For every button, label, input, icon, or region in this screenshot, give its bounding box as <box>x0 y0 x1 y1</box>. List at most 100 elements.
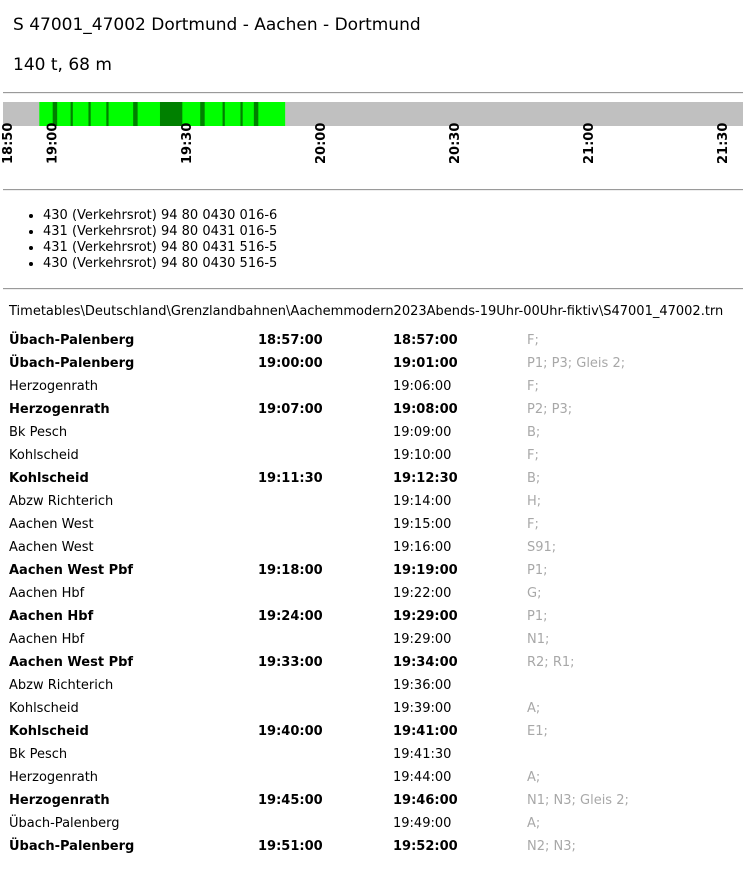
timeline-stop-mark <box>159 102 183 126</box>
arrival-time: 19:11:30 <box>258 471 323 486</box>
timeline-stop-mark <box>240 102 243 126</box>
departure-time: 19:12:30 <box>393 471 458 486</box>
departure-time: 19:29:00 <box>393 632 452 647</box>
timeline-tick-label: 21:30 <box>716 123 731 164</box>
stop-row: Herzogenrath 19:44:00 A; <box>0 768 743 791</box>
stop-info: B; <box>527 471 541 486</box>
train-title: S 47001_47002 Dortmund - Aachen - Dortmu… <box>13 15 421 35</box>
divider-middle <box>3 189 743 191</box>
stop-name: Herzogenrath <box>9 402 110 417</box>
stop-row: Kohlscheid 19:40:00 19:41:00 E1; <box>0 722 743 745</box>
stop-name: Aachen Hbf <box>9 586 85 601</box>
stop-name: Kohlscheid <box>9 724 89 739</box>
stop-name: Abzw Richterich <box>9 678 114 693</box>
stop-info: B; <box>527 425 541 440</box>
stop-info: A; <box>527 770 541 785</box>
stop-name: Übach-Palenberg <box>9 333 135 348</box>
timeline-stop-mark <box>253 102 259 126</box>
stop-table: Übach-Palenberg 18:57:00 18:57:00 F; Übach-P… <box>0 331 743 860</box>
stop-name: Herzogenrath <box>9 770 99 785</box>
stop-name: Bk Pesch <box>9 425 68 440</box>
departure-time: 19:06:00 <box>393 379 452 394</box>
arrival-time: 19:24:00 <box>258 609 323 624</box>
departure-time: 19:39:00 <box>393 701 452 716</box>
arrival-time: 19:00:00 <box>258 356 323 371</box>
arrival-time: 19:51:00 <box>258 839 323 854</box>
stop-row: Kohlscheid 19:39:00 A; <box>0 699 743 722</box>
stop-info: F; <box>527 517 539 532</box>
stop-row: Übach-Palenberg 19:49:00 A; <box>0 814 743 837</box>
divider-top <box>3 92 743 94</box>
stop-info: P1; P3; Gleis 2; <box>527 356 626 371</box>
timeline-tick-label: 20:30 <box>448 123 463 164</box>
timeline-stop-mark <box>200 102 205 126</box>
stop-row: Übach-Palenberg 18:57:00 18:57:00 F; <box>0 331 743 354</box>
arrival-time: 18:57:00 <box>258 333 323 348</box>
stop-name: Übach-Palenberg <box>9 356 135 371</box>
stop-name: Kohlscheid <box>9 471 89 486</box>
stop-row: Herzogenrath 19:45:00 19:46:00 N1; N3; Glei… <box>0 791 743 814</box>
stop-name: Abzw Richterich <box>9 494 114 509</box>
stop-row: Abzw Richterich 19:36:00 <box>0 676 743 699</box>
timeline-tick-label: 19:00 <box>46 123 61 164</box>
stop-row: Aachen Hbf 19:22:00 G; <box>0 584 743 607</box>
stop-info: N1; <box>527 632 550 647</box>
stop-name: Bk Pesch <box>9 747 68 762</box>
stop-info: A; <box>527 701 541 716</box>
stop-name: Übach-Palenberg <box>9 816 120 831</box>
stop-name: Kohlscheid <box>9 701 79 716</box>
train-specs: 140 t, 68 m <box>13 55 112 75</box>
timeline-stop-mark <box>106 102 109 126</box>
timeline-chart: 18:50 19:00 19:30 20:00 20:30 21:00 21:30 <box>1 102 743 164</box>
stop-info: S91; <box>527 540 557 555</box>
arrival-time: 19:40:00 <box>258 724 323 739</box>
stop-info: F; <box>527 379 539 394</box>
stop-info: F; <box>527 333 539 348</box>
stop-row: Übach-Palenberg 19:00:00 19:01:00 P1; P3; G… <box>0 354 743 377</box>
stop-name: Aachen West <box>9 517 94 532</box>
stop-name: Aachen Hbf <box>9 609 94 624</box>
timeline-tick-label: 20:00 <box>314 123 329 164</box>
stop-info: N1; N3; Gleis 2; <box>527 793 629 808</box>
arrival-time: 19:45:00 <box>258 793 323 808</box>
arrival-time: 19:18:00 <box>258 563 323 578</box>
timeline-tick-label: 21:00 <box>582 123 597 164</box>
stop-row: Bk Pesch 19:09:00 B; <box>0 423 743 446</box>
departure-time: 19:08:00 <box>393 402 458 417</box>
timeline-stop-mark <box>88 102 91 126</box>
stop-name: Übach-Palenberg <box>9 839 135 854</box>
timetable-path: Timetables\Deutschland\Grenzlandbahnen\A… <box>9 304 724 319</box>
departure-time: 19:29:00 <box>393 609 458 624</box>
vehicle-item: 430 (Verkehrsrot) 94 80 0430 516-5 <box>43 256 277 272</box>
stop-row: Übach-Palenberg 19:51:00 19:52:00 N2; N3; <box>0 837 743 860</box>
stop-info: P1; <box>527 609 548 624</box>
arrival-time: 19:33:00 <box>258 655 323 670</box>
stop-row: Aachen West 19:15:00 F; <box>0 515 743 538</box>
departure-time: 19:34:00 <box>393 655 458 670</box>
departure-time: 18:57:00 <box>393 333 458 348</box>
timeline-stop-mark <box>222 102 225 126</box>
stop-name: Aachen West Pbf <box>9 563 134 578</box>
stop-info: P2; P3; <box>527 402 573 417</box>
stop-row: Kohlscheid 19:10:00 F; <box>0 446 743 469</box>
departure-time: 19:09:00 <box>393 425 452 440</box>
departure-time: 19:01:00 <box>393 356 458 371</box>
stop-info: E1; <box>527 724 548 739</box>
stop-row: Aachen Hbf 19:29:00 N1; <box>0 630 743 653</box>
stop-row: Herzogenrath 19:06:00 F; <box>0 377 743 400</box>
stop-info: H; <box>527 494 542 509</box>
stop-info: F; <box>527 448 539 463</box>
stop-row: Bk Pesch 19:41:30 <box>0 745 743 768</box>
departure-time: 19:46:00 <box>393 793 458 808</box>
departure-time: 19:10:00 <box>393 448 452 463</box>
stop-row: Kohlscheid 19:11:30 19:12:30 B; <box>0 469 743 492</box>
vehicle-item: 430 (Verkehrsrot) 94 80 0430 016-6 <box>43 208 277 224</box>
stop-info: P1; <box>527 563 548 578</box>
departure-time: 19:41:00 <box>393 724 458 739</box>
stop-row: Herzogenrath 19:07:00 19:08:00 P2; P3; <box>0 400 743 423</box>
stop-name: Herzogenrath <box>9 793 110 808</box>
stop-info: G; <box>527 586 542 601</box>
stop-row: Aachen West 19:16:00 S91; <box>0 538 743 561</box>
departure-time: 19:36:00 <box>393 678 452 693</box>
stop-name: Aachen West Pbf <box>9 655 134 670</box>
